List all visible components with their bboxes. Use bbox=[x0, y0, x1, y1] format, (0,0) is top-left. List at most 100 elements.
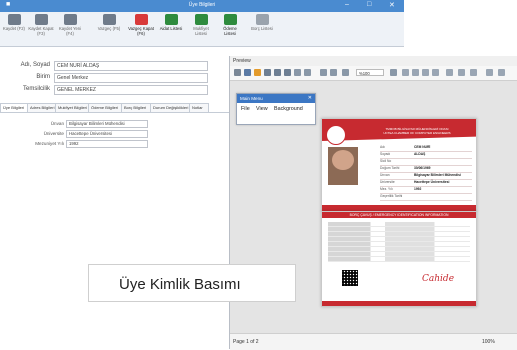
card-back-line bbox=[328, 257, 470, 262]
save-icon bbox=[34, 14, 48, 25]
member-photo-face bbox=[332, 150, 354, 170]
zoom-out-icon[interactable] bbox=[330, 69, 337, 76]
maximize-button[interactable]: □ bbox=[367, 1, 371, 8]
quick-print-icon[interactable] bbox=[284, 69, 291, 76]
dues-list-button-label: Aidat Listesi bbox=[159, 26, 183, 31]
card-info-label: Ünvan bbox=[380, 173, 390, 177]
title-field[interactable]: Bilgisayar Bilimleri Mühendisi bbox=[66, 120, 148, 128]
main-menu-close-icon[interactable]: ✕ bbox=[308, 94, 312, 103]
save-icon[interactable] bbox=[264, 69, 271, 76]
window-title-bar: Üye Bilgileri ■ – □ ✕ bbox=[0, 0, 404, 12]
scale-icon[interactable] bbox=[304, 69, 311, 76]
save-close-button-label: Kaydet Kapat (F3) bbox=[28, 26, 54, 36]
payment-list-button-label: Ödeme Listesi bbox=[223, 26, 237, 36]
undo-button-label: Vazgeç (F5) bbox=[97, 26, 121, 31]
tab-address-info[interactable]: Adres Bilgileri bbox=[27, 103, 56, 112]
export-icon[interactable] bbox=[486, 69, 493, 76]
close-button[interactable]: ✕ bbox=[389, 1, 395, 9]
card-info-table: Adı CEM NURİ Soyadı ALDAŞ Sicil No Doğum Tari… bbox=[380, 145, 472, 205]
save-button-label: Kaydet (F2) bbox=[3, 26, 25, 31]
card-info-label: Geçerlilik Tarihi bbox=[380, 194, 403, 198]
send-icon[interactable] bbox=[498, 69, 505, 76]
liability-list-button[interactable]: Mukfiyet Listesi bbox=[188, 14, 214, 44]
graduation-year-field[interactable]: 1992 bbox=[66, 140, 148, 148]
card-back-header: BORÇ ÇAVUŞ / EMERGENCY IDENTIFICATION IN… bbox=[322, 212, 476, 218]
zoom-select[interactable]: %100 bbox=[356, 69, 384, 76]
watermark-icon[interactable] bbox=[470, 69, 477, 76]
cancel-close-button[interactable]: Vazgeç Kapat (F6) bbox=[128, 14, 154, 44]
tab-debt-info[interactable]: Borç Bilgileri bbox=[121, 103, 151, 112]
page-color-icon[interactable] bbox=[458, 69, 465, 76]
title-label: Ünvan bbox=[50, 121, 64, 126]
card-info-label: Doğum Tarihi bbox=[380, 166, 400, 170]
main-menu-header: Main Menu ✕ bbox=[237, 94, 315, 103]
signature-text: Cahide bbox=[422, 274, 455, 284]
card-info-value: CEM NURİ bbox=[414, 145, 431, 149]
name-label: Adı, Soyad bbox=[20, 62, 50, 68]
card-info-row: Mez. Yılı 1992 bbox=[380, 187, 472, 194]
tab-notes[interactable]: Notlar bbox=[189, 103, 209, 112]
save-button[interactable]: Kaydet (F2) bbox=[1, 14, 27, 44]
card-info-value: Bilgisayar Bilimleri Mühendisi bbox=[414, 173, 461, 177]
card-info-label: Adı bbox=[380, 145, 385, 149]
excel-icon bbox=[164, 14, 178, 25]
tab-liability-info[interactable]: Mukfiyet Bilgileri bbox=[55, 103, 89, 112]
card-back-footer-band bbox=[322, 301, 476, 306]
university-field[interactable]: Hacettepe Üniversitesi bbox=[66, 130, 148, 138]
save-close-button[interactable]: Kaydet Kapat (F3) bbox=[28, 14, 54, 44]
caption-box: Üye Kimlik Basımı bbox=[88, 264, 296, 302]
thumbnails-icon[interactable] bbox=[234, 69, 241, 76]
page-status: Page 1 of 2 bbox=[233, 339, 259, 345]
next-page-icon[interactable] bbox=[422, 69, 429, 76]
main-menu-title: Main Menu bbox=[240, 96, 263, 101]
university-label: Üniversite bbox=[43, 131, 64, 136]
first-page-icon[interactable] bbox=[402, 69, 409, 76]
tab-payment-info[interactable]: Ödeme Bilgileri bbox=[88, 103, 122, 112]
liability-list-button-label: Mukfiyet Listesi bbox=[193, 26, 209, 36]
unit-field[interactable]: Genel Merkez bbox=[54, 73, 208, 83]
zoom-tool-icon[interactable] bbox=[390, 69, 397, 76]
debt-list-button[interactable]: Borç Listesi bbox=[249, 14, 275, 44]
card-info-value: ALDAŞ bbox=[414, 152, 426, 156]
name-field[interactable]: CEM NURİ ALDAŞ bbox=[54, 61, 208, 71]
window-title: Üye Bilgileri bbox=[188, 2, 216, 8]
menu-item-file[interactable]: File bbox=[241, 106, 250, 112]
app-icon: ■ bbox=[6, 1, 11, 8]
hand-tool-icon[interactable] bbox=[320, 69, 327, 76]
excel-icon bbox=[194, 14, 208, 25]
save-new-button[interactable]: Kaydet Yeni (F4) bbox=[57, 14, 83, 44]
open-icon[interactable] bbox=[254, 69, 261, 76]
page-setup-icon[interactable] bbox=[294, 69, 301, 76]
card-info-row: Sicil No bbox=[380, 159, 472, 166]
print-setup-icon[interactable] bbox=[244, 69, 251, 76]
cancel-icon bbox=[134, 14, 148, 25]
payment-list-button[interactable]: Ödeme Listesi bbox=[217, 14, 243, 44]
preview-status-bar: Page 1 of 2 100% bbox=[230, 333, 517, 350]
excel-icon bbox=[255, 14, 269, 25]
save-new-button-label: Kaydet Yeni (F4) bbox=[58, 26, 82, 36]
undo-button[interactable]: Vazgeç (F5) bbox=[96, 14, 122, 44]
unit-label: Birim bbox=[36, 74, 50, 80]
tab-bar: Üye Bilgileri Adres Bilgileri Mukfiyet B… bbox=[0, 102, 232, 113]
menu-item-view[interactable]: View bbox=[256, 106, 268, 112]
card-info-value: 30/06/1969 bbox=[414, 166, 431, 170]
minimize-button[interactable]: – bbox=[345, 1, 349, 8]
tab-status-changes[interactable]: Durum Değişiklikleri bbox=[150, 103, 190, 112]
menu-item-background[interactable]: Background bbox=[274, 106, 303, 112]
previous-page-icon[interactable] bbox=[412, 69, 419, 76]
main-menu-popup: Main Menu ✕ File View Background bbox=[236, 93, 316, 125]
debt-list-button-label: Borç Listesi bbox=[251, 26, 273, 31]
print-icon[interactable] bbox=[274, 69, 281, 76]
save-icon bbox=[63, 14, 77, 25]
multiple-pages-icon[interactable] bbox=[446, 69, 453, 76]
card-info-value: 1992 bbox=[414, 187, 422, 191]
caption-text: Üye Kimlik Basımı bbox=[119, 276, 241, 293]
preview-title: Preview bbox=[230, 56, 517, 66]
card-info-value: Hacettepe Üniversitesi bbox=[414, 180, 450, 184]
last-page-icon[interactable] bbox=[432, 69, 439, 76]
dues-list-button[interactable]: Aidat Listesi bbox=[158, 14, 184, 44]
tab-member-info[interactable]: Üye Bilgileri bbox=[0, 103, 28, 112]
preview-toolbar: %100 bbox=[230, 66, 517, 81]
representation-field[interactable]: GENEL MERKEZ bbox=[54, 85, 208, 95]
zoom-in-icon[interactable] bbox=[342, 69, 349, 76]
